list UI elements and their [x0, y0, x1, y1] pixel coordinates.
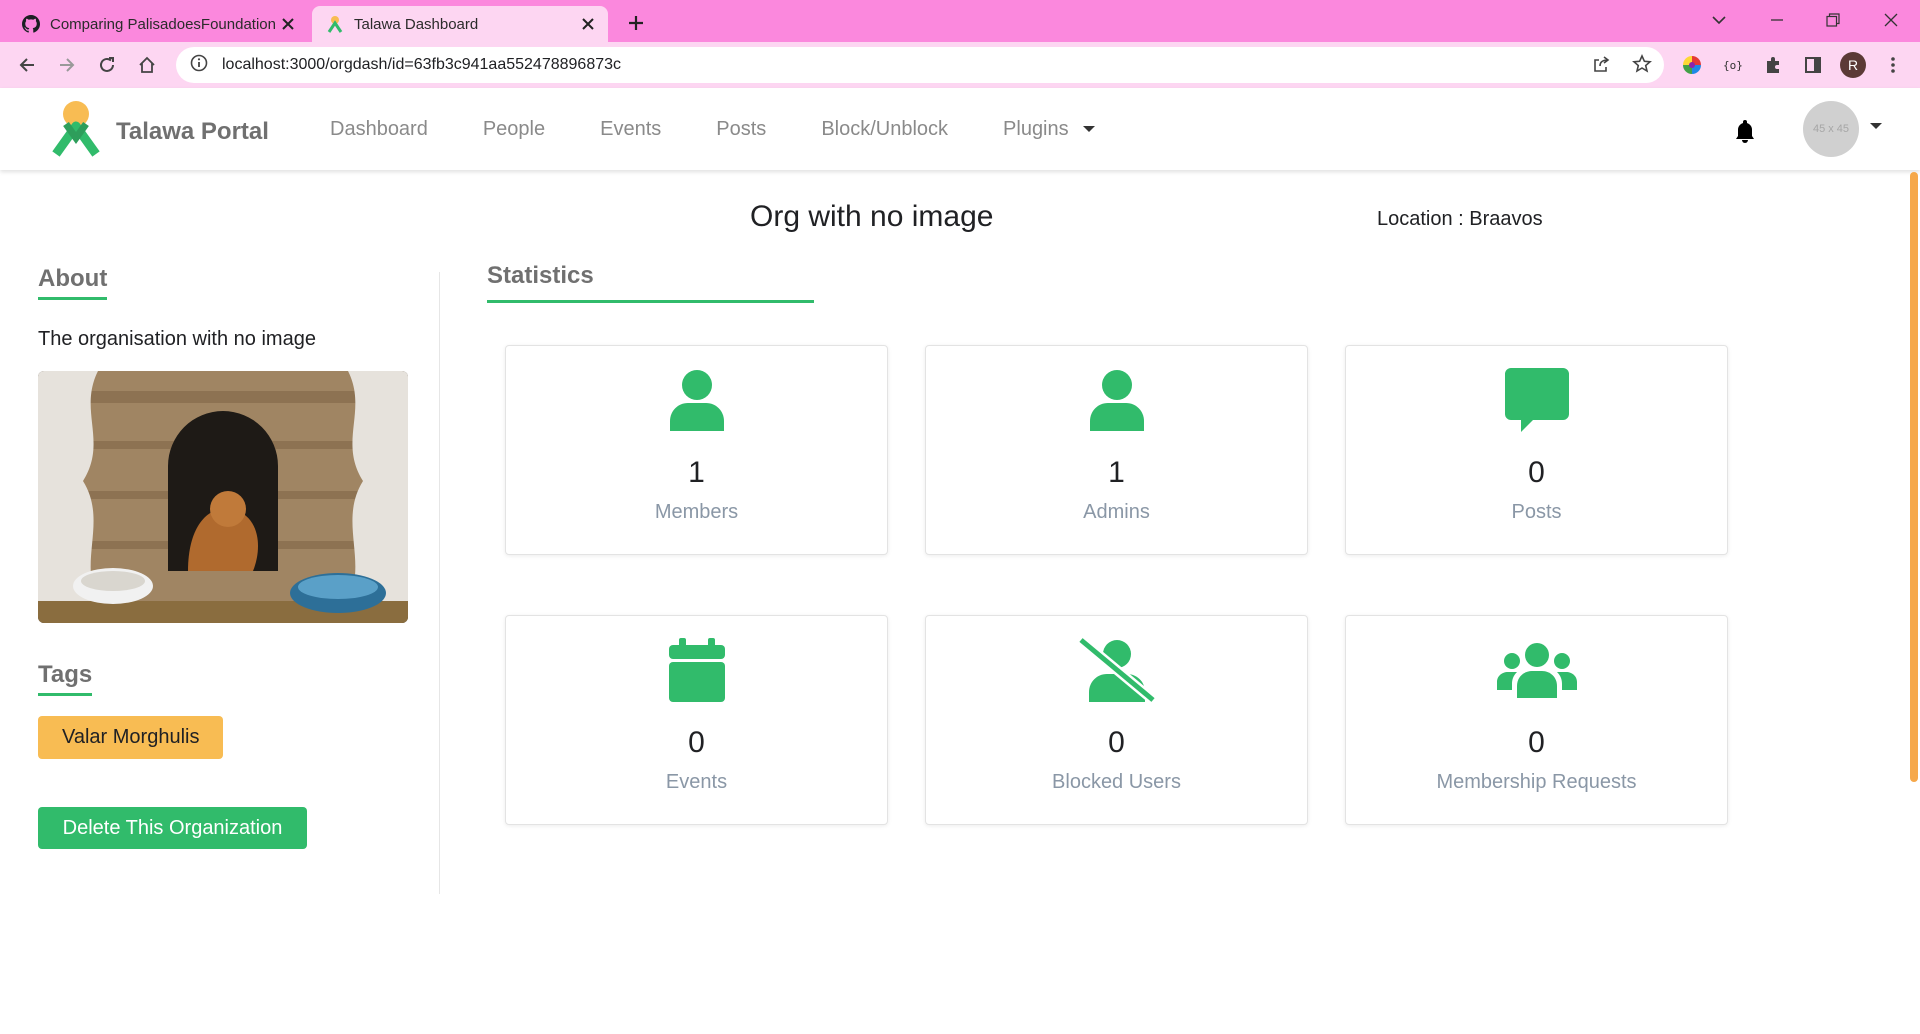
- users-icon: [1346, 636, 1727, 704]
- user-slash-icon: [926, 636, 1307, 704]
- address-bar[interactable]: localhost:3000/orgdash/id=63fb3c941aa552…: [176, 47, 1664, 83]
- brand[interactable]: Talawa Portal: [52, 100, 269, 163]
- forward-icon[interactable]: [52, 50, 82, 80]
- stat-value: 1: [1108, 456, 1125, 489]
- tab-title: Comparing PalisadoesFoundation: [50, 15, 276, 33]
- org-image: [38, 371, 408, 623]
- brand-name: Talawa Portal: [116, 117, 269, 145]
- tab-search-icon[interactable]: [1694, 0, 1744, 40]
- stat-value: 0: [688, 726, 705, 759]
- page-scrollbar[interactable]: [1908, 172, 1920, 1034]
- user-icon: [506, 366, 887, 434]
- org-sidebar: About The organisation with no image Tag…: [38, 265, 438, 849]
- svg-text:{o}: {o}: [1723, 59, 1743, 72]
- stat-card-members[interactable]: 1 Members: [505, 345, 888, 555]
- browser-tab-talawa[interactable]: Talawa Dashboard: [312, 6, 608, 42]
- share-icon[interactable]: [1587, 50, 1615, 78]
- nav-block-unblock[interactable]: Block/Unblock: [821, 118, 948, 141]
- extensions-puzzle-icon[interactable]: [1758, 50, 1788, 80]
- caret-down-icon: [1082, 126, 1095, 132]
- delete-organization-button[interactable]: Delete This Organization: [38, 807, 307, 849]
- statistics-heading: Statistics: [487, 262, 814, 303]
- user-icon: [926, 366, 1307, 434]
- stat-label: Membership Requests: [1436, 771, 1637, 793]
- org-title: Org with no image: [750, 200, 994, 233]
- main-nav: Dashboard People Events Posts Block/Unbl…: [330, 88, 1150, 170]
- stat-value: 0: [1528, 456, 1545, 489]
- url-text: localhost:3000/orgdash/id=63fb3c941aa552…: [222, 56, 622, 73]
- json-extension-icon[interactable]: {o}: [1718, 50, 1748, 80]
- profile-avatar[interactable]: R: [1838, 50, 1868, 80]
- app-navbar: Talawa Portal Dashboard People Events Po…: [0, 88, 1920, 170]
- minimize-icon[interactable]: [1752, 0, 1802, 40]
- tag-badge[interactable]: Valar Morghulis: [38, 716, 224, 759]
- stat-value: 0: [1528, 726, 1545, 759]
- caret-down-icon[interactable]: [1870, 123, 1882, 129]
- stat-card-events[interactable]: 0 Events: [505, 615, 888, 825]
- stat-value: 0: [1108, 726, 1125, 759]
- close-icon[interactable]: [578, 14, 598, 34]
- browser-menu-icon[interactable]: [1878, 50, 1908, 80]
- notification-bell-icon[interactable]: [1732, 118, 1758, 144]
- nav-plugins-dropdown[interactable]: Plugins: [1003, 118, 1095, 141]
- home-icon[interactable]: [132, 50, 162, 80]
- stat-value: 1: [688, 456, 705, 489]
- stat-label: Posts: [1511, 501, 1562, 523]
- tab-title: Talawa Dashboard: [354, 15, 479, 33]
- close-icon[interactable]: [278, 14, 298, 34]
- stat-label: Events: [665, 771, 728, 793]
- nav-dashboard[interactable]: Dashboard: [330, 118, 428, 141]
- reload-icon[interactable]: [92, 50, 122, 80]
- talawa-icon: [326, 15, 344, 33]
- column-divider: [439, 272, 440, 894]
- nav-posts[interactable]: Posts: [716, 118, 766, 141]
- stat-label: Members: [654, 501, 739, 523]
- stat-card-membership-requests[interactable]: 0 Membership Requests: [1345, 615, 1728, 825]
- calendar-icon: [506, 636, 887, 704]
- about-heading: About: [38, 265, 108, 300]
- stat-card-posts[interactable]: 0 Posts: [1345, 345, 1728, 555]
- browser-tab-github[interactable]: Comparing PalisadoesFoundation: [8, 6, 308, 42]
- scrollbar-thumb[interactable]: [1910, 172, 1918, 782]
- org-location: Location : Braavos: [1377, 208, 1543, 230]
- restore-icon[interactable]: [1808, 0, 1858, 40]
- comment-icon: [1346, 366, 1727, 434]
- user-avatar[interactable]: 45 x 45: [1803, 101, 1859, 157]
- stat-label: Blocked Users: [1052, 771, 1181, 793]
- tags-heading: Tags: [38, 661, 93, 696]
- back-icon[interactable]: [12, 50, 42, 80]
- talawa-logo-icon: [52, 100, 100, 163]
- github-icon: [22, 15, 40, 33]
- new-tab-button[interactable]: [622, 9, 650, 37]
- site-info-icon[interactable]: [190, 54, 208, 77]
- nav-plugins-label: Plugins: [1003, 117, 1069, 140]
- nav-events[interactable]: Events: [600, 118, 661, 141]
- bookmark-star-icon[interactable]: [1628, 50, 1656, 78]
- browser-tab-strip: Comparing PalisadoesFoundation Talawa Da…: [0, 0, 1920, 42]
- stat-card-admins[interactable]: 1 Admins: [925, 345, 1308, 555]
- color-wheel-extension-icon[interactable]: [1677, 50, 1707, 80]
- nav-people[interactable]: People: [483, 118, 545, 141]
- stat-card-blocked-users[interactable]: 0 Blocked Users: [925, 615, 1308, 825]
- window-close-icon[interactable]: [1866, 0, 1916, 40]
- org-description: The organisation with no image: [38, 328, 316, 350]
- browser-toolbar: localhost:3000/orgdash/id=63fb3c941aa552…: [0, 42, 1920, 88]
- side-panel-icon[interactable]: [1798, 50, 1828, 80]
- stat-label: Admins: [1083, 501, 1150, 523]
- avatar-placeholder-text: 45 x 45: [1812, 123, 1850, 135]
